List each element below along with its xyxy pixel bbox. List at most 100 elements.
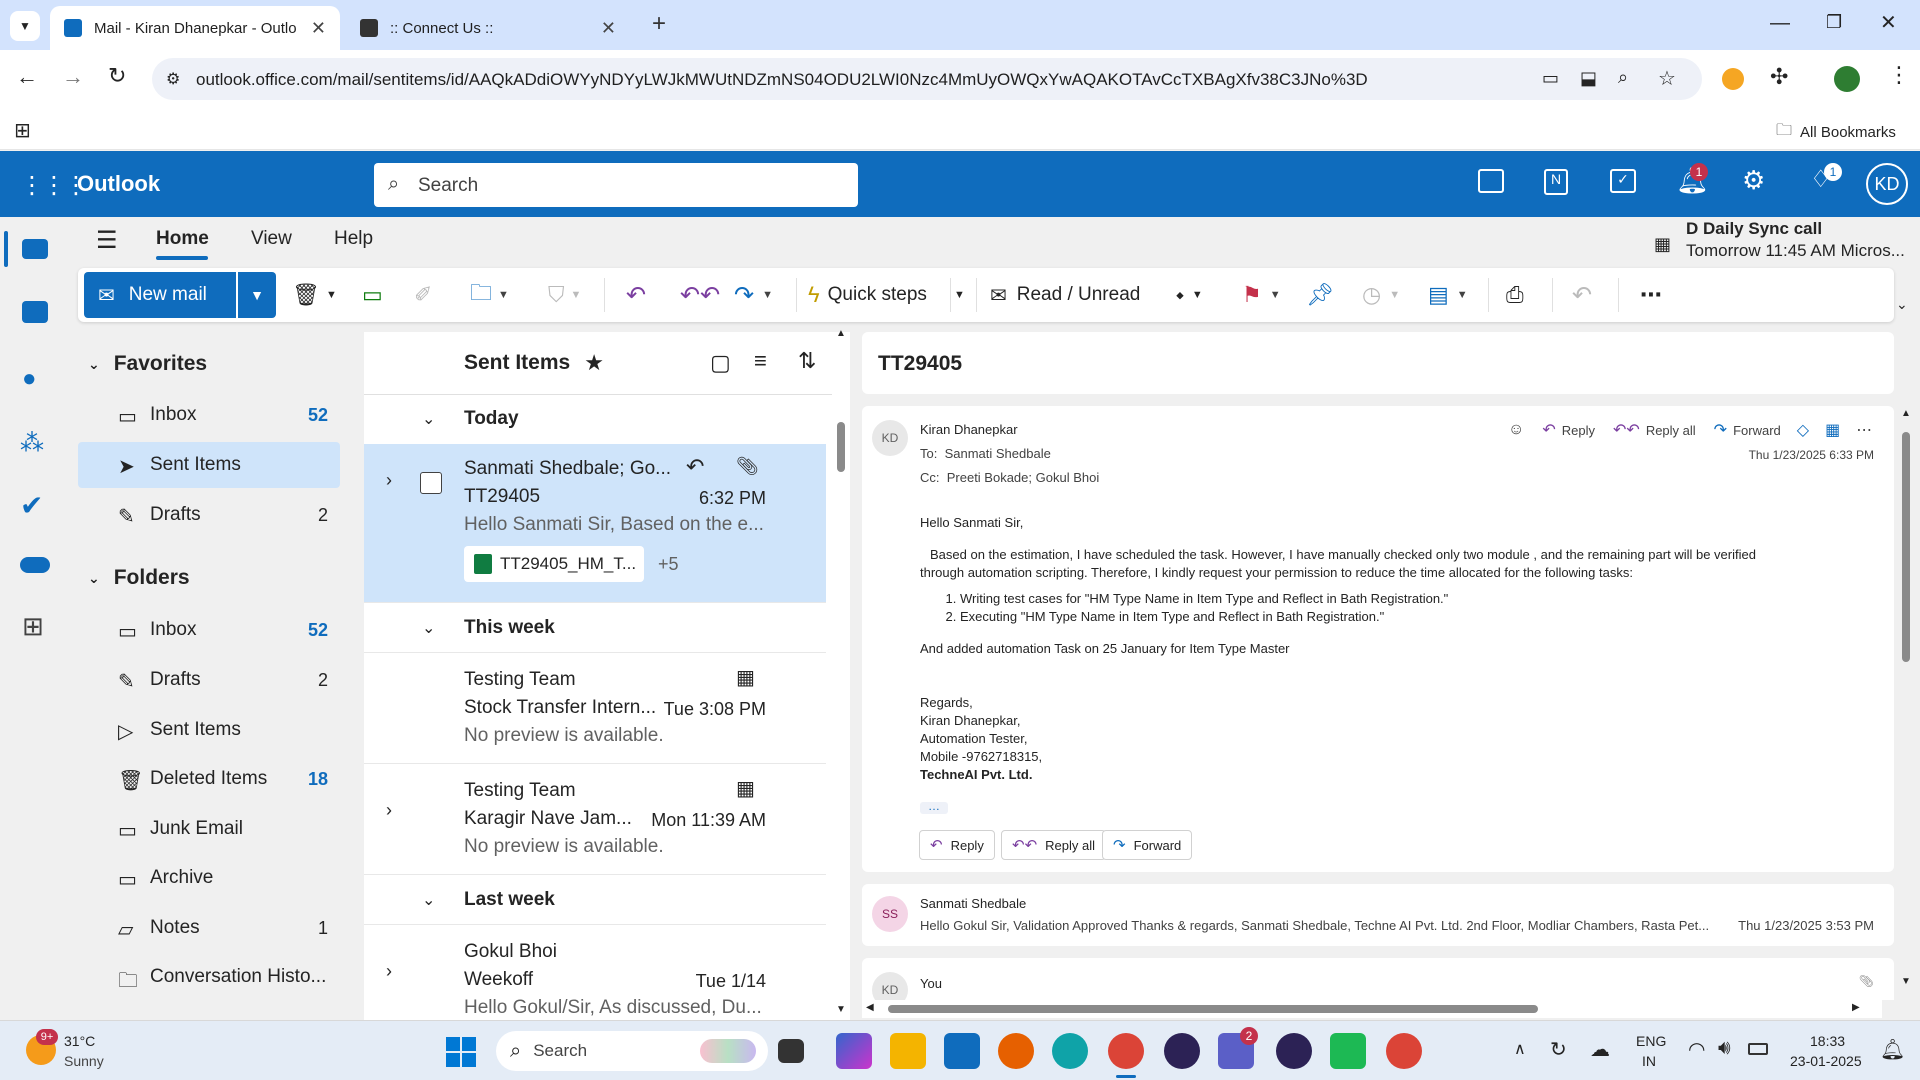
folder-sent-items[interactable]: ▷ Sent Items [78,707,340,753]
minimize-window-button[interactable]: — [1770,12,1790,35]
spotify-icon[interactable] [1330,1033,1366,1069]
close-window-button[interactable]: ✕ [1880,10,1897,35]
group-header-this-week[interactable]: ⌄ This week [364,603,826,653]
volume-icon[interactable]: 🔊︎ [1718,1037,1731,1060]
reply-action[interactable]: Reply [1562,423,1595,438]
groups-icon[interactable]: ⁂ [20,429,44,458]
folder-conversation-history[interactable]: 🗀 Conversation Histo... [78,954,340,1000]
reminder-title[interactable]: D Daily Sync call [1686,219,1822,239]
favorite-sent-items[interactable]: ➤ Sent Items [78,442,340,488]
scroll-right-icon[interactable]: ▶ [1852,1002,1860,1013]
weather-temp[interactable]: 31°C [64,1033,95,1049]
filter-icon[interactable]: ≡ [754,348,767,374]
more-options-icon[interactable]: ⋯ [1640,268,1662,322]
folder-archive[interactable]: ▭ Archive [78,855,340,901]
eclipse-icon[interactable] [1164,1033,1200,1069]
show-more-button[interactable]: … [920,800,948,814]
reply-icon[interactable]: ↶ [626,268,646,322]
more-apps-icon[interactable]: ⊞ [22,611,44,642]
calendar-icon[interactable] [22,301,48,323]
favorite-star-icon[interactable]: ★ [584,350,604,376]
file-explorer-icon[interactable] [890,1033,926,1069]
reply-icon[interactable]: ↶ [686,454,704,480]
scroll-thumb[interactable] [1902,432,1910,662]
select-checkbox[interactable] [420,472,442,494]
avatar[interactable]: KD [1866,163,1908,205]
to-recipient[interactable]: Sanmati Shedbale [945,446,1051,461]
tab-search-icon[interactable]: ▼ [10,11,40,41]
zoom-icon[interactable]: ⌕ [1618,67,1628,88]
list-scrollbar[interactable]: ▲ ▼ [832,328,850,1020]
more-actions-icon[interactable]: ⋯ [1856,420,1872,440]
folder-inbox[interactable]: ▭ Inbox 52 [78,607,340,653]
tray-overflow-icon[interactable]: ∧ [1514,1039,1526,1059]
scroll-up-icon[interactable]: ▲ [836,328,846,339]
reply-button[interactable]: ↶ Reply [919,830,995,860]
forward-icon[interactable]: → [62,64,84,90]
pin-icon[interactable]: 📌︎ [1306,268,1334,322]
favorite-inbox[interactable]: ▭ Inbox 52 [78,392,340,438]
close-tab-icon[interactable]: ✕ [311,18,326,39]
sender-name[interactable]: Kiran Dhanepkar [920,422,1018,437]
search-box[interactable]: ⌕ Search [374,163,858,207]
tab-outlook[interactable]: Mail - Kiran Dhanepkar - Outlo ✕ [50,6,340,50]
settings-gear-icon[interactable]: ⚙ [1742,165,1765,196]
new-tab-button[interactable]: + [652,10,666,38]
mail-icon[interactable] [22,239,48,259]
horizontal-scrollbar[interactable]: ◀ ▶ [862,1000,1882,1018]
todo-icon[interactable]: ✓ [1610,169,1636,193]
more-attachments[interactable]: +5 [658,554,679,575]
group-header-last-week[interactable]: ⌄ Last week [364,875,826,925]
quick-steps-dropdown-icon[interactable]: ▼ [954,268,965,322]
language-secondary[interactable]: IN [1642,1053,1656,1069]
print-icon[interactable]: ⎙ [1506,268,1524,322]
select-mode-icon[interactable]: ▢ [710,350,731,376]
emoji-icon[interactable]: ☺ [1508,421,1524,439]
apps-icon[interactable]: ▦ [1825,420,1840,440]
edge-icon[interactable] [1052,1033,1088,1069]
chrome-icon[interactable] [1386,1033,1422,1069]
message-item[interactable]: › Gokul Bhoi Weekoff Tue 1/14 Hello Goku… [364,925,826,1020]
flag-icon[interactable]: ⚑ ▼ [1242,268,1281,322]
clipboard-icon[interactable]: ▭ [1542,68,1559,89]
folder-notes[interactable]: ▱ Notes 1 [78,905,340,951]
site-info-icon[interactable]: ⚙ [166,69,180,89]
archive-icon[interactable]: ▭ [362,268,383,322]
message-item-selected[interactable]: › Sanmati Shedbale; Go... ↶ 📎︎ TT29405 6… [364,444,826,603]
folder-deleted-items[interactable]: 🗑︎ Deleted Items 18 [78,756,340,802]
restore-window-button[interactable]: ❐ [1826,12,1842,33]
reminder-time[interactable]: Tomorrow 11:45 AM Micros... [1686,241,1905,261]
language-primary[interactable]: ENG [1636,1033,1666,1049]
reading-scrollbar[interactable]: ▲ ▼ [1898,406,1914,996]
folder-junk-email[interactable]: ▭ Junk Email [78,806,340,852]
clock-time[interactable]: 18:33 [1810,1033,1845,1049]
browser-menu-icon[interactable]: ⋮ [1888,62,1910,88]
delete-icon[interactable]: 🗑︎ ▼ [292,268,337,322]
tab-home[interactable]: Home [156,228,209,260]
sender-avatar[interactable]: KD [872,420,908,456]
tab-view[interactable]: View [251,228,292,250]
todo-check-icon[interactable]: ✔ [20,489,43,522]
teams-chat-icon[interactable] [1478,169,1504,193]
scroll-down-icon[interactable]: ▼ [1901,976,1911,987]
reply-all-action[interactable]: Reply all [1646,423,1696,438]
apps-grid-icon[interactable]: ⊞ [14,118,31,143]
extensions-puzzle-icon[interactable]: ✣ [1770,64,1788,90]
people-icon[interactable]: ● [22,365,37,393]
cloud-offline-icon[interactable]: ☁ [1590,1037,1610,1062]
scroll-left-icon[interactable]: ◀ [866,1002,874,1013]
scroll-up-icon[interactable]: ▲ [1901,408,1911,419]
bookmark-star-icon[interactable]: ☆ [1658,66,1676,91]
profile-icon[interactable] [1834,66,1860,92]
scroll-thumb[interactable] [888,1005,1538,1013]
wifi-icon[interactable]: ◠ [1688,1037,1705,1062]
sync-icon[interactable]: ↻ [1550,1037,1567,1062]
forward-icon[interactable]: ↷ ▼ [734,268,773,322]
group-header-today[interactable]: ⌄ Today [364,394,826,444]
new-mail-button[interactable]: ✉ New mail [84,272,236,318]
paperclip-icon[interactable]: 📎︎ [736,456,759,477]
eclipse-icon[interactable] [1276,1033,1312,1069]
expand-chevron-icon[interactable]: › [386,470,392,491]
firefox-icon[interactable] [998,1033,1034,1069]
message-item[interactable]: Testing Team ▦ Stock Transfer Intern... … [364,653,826,764]
